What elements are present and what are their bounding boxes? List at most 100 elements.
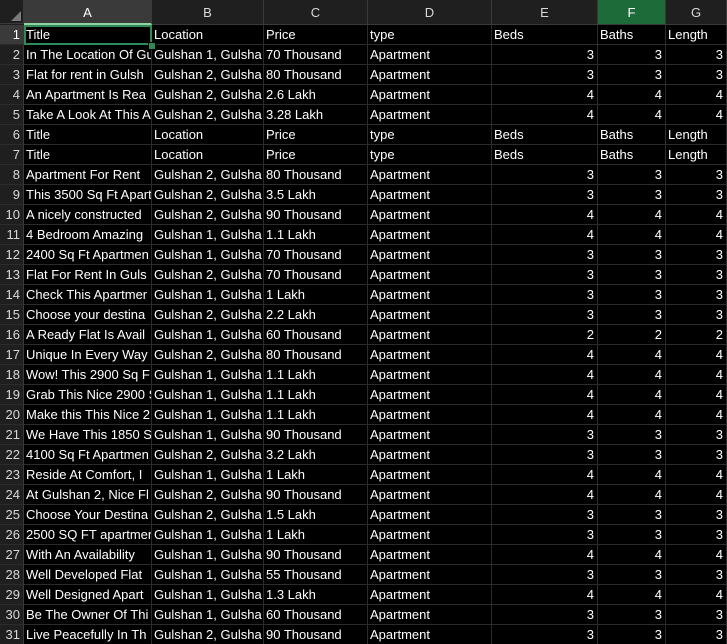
cell-f21[interactable]: 3 [598, 425, 666, 445]
cell-g24[interactable]: 4 [666, 485, 727, 505]
cell-f27[interactable]: 4 [598, 545, 666, 565]
cell-a8[interactable]: Apartment For Rent [24, 165, 152, 185]
cell-a3[interactable]: Flat for rent in Gulsh [24, 65, 152, 85]
cell-g5[interactable]: 4 [666, 105, 727, 125]
cell-g2[interactable]: 3 [666, 45, 727, 65]
cell-f16[interactable]: 2 [598, 325, 666, 345]
cell-c23[interactable]: 1 Lakh [264, 465, 368, 485]
row-header-2[interactable]: 2 [0, 45, 24, 65]
cell-f29[interactable]: 4 [598, 585, 666, 605]
cell-c15[interactable]: 2.2 Lakh [264, 305, 368, 325]
cell-g7[interactable]: Length [666, 145, 727, 165]
cell-a4[interactable]: An Apartment Is Rea [24, 85, 152, 105]
row-header-20[interactable]: 20 [0, 405, 24, 425]
fill-handle[interactable] [148, 42, 156, 50]
cell-f19[interactable]: 4 [598, 385, 666, 405]
cell-f18[interactable]: 4 [598, 365, 666, 385]
cell-g6[interactable]: Length [666, 125, 727, 145]
cell-e11[interactable]: 4 [492, 225, 598, 245]
cell-f4[interactable]: 4 [598, 85, 666, 105]
cell-a27[interactable]: With An Availability [24, 545, 152, 565]
cell-a9[interactable]: This 3500 Sq Ft Apart [24, 185, 152, 205]
cell-f7[interactable]: Baths [598, 145, 666, 165]
cell-a6[interactable]: Title [24, 125, 152, 145]
cell-d26[interactable]: Apartment [368, 525, 492, 545]
cell-g25[interactable]: 3 [666, 505, 727, 525]
cell-g23[interactable]: 4 [666, 465, 727, 485]
cell-g27[interactable]: 4 [666, 545, 727, 565]
cell-a16[interactable]: A Ready Flat Is Avail [24, 325, 152, 345]
cell-g16[interactable]: 2 [666, 325, 727, 345]
cell-c5[interactable]: 3.28 Lakh [264, 105, 368, 125]
cell-f5[interactable]: 4 [598, 105, 666, 125]
cell-a30[interactable]: Be The Owner Of Thi [24, 605, 152, 625]
row-header-21[interactable]: 21 [0, 425, 24, 445]
cell-b31[interactable]: Gulshan 2, Gulsha [152, 625, 264, 644]
cell-g20[interactable]: 4 [666, 405, 727, 425]
cell-a22[interactable]: 4100 Sq Ft Apartmen [24, 445, 152, 465]
cell-b1[interactable]: Location [152, 25, 264, 45]
cell-e28[interactable]: 3 [492, 565, 598, 585]
cell-e4[interactable]: 4 [492, 85, 598, 105]
cell-b24[interactable]: Gulshan 2, Gulsha [152, 485, 264, 505]
cell-b30[interactable]: Gulshan 1, Gulsha [152, 605, 264, 625]
row-header-29[interactable]: 29 [0, 585, 24, 605]
cell-f22[interactable]: 3 [598, 445, 666, 465]
cell-c9[interactable]: 3.5 Lakh [264, 185, 368, 205]
column-header-c[interactable]: C [264, 0, 368, 25]
cell-d8[interactable]: Apartment [368, 165, 492, 185]
cell-c31[interactable]: 90 Thousand [264, 625, 368, 644]
row-header-17[interactable]: 17 [0, 345, 24, 365]
cell-d10[interactable]: Apartment [368, 205, 492, 225]
cell-f20[interactable]: 4 [598, 405, 666, 425]
cell-b2[interactable]: Gulshan 1, Gulsha [152, 45, 264, 65]
cell-c7[interactable]: Price [264, 145, 368, 165]
cell-d22[interactable]: Apartment [368, 445, 492, 465]
cell-c17[interactable]: 80 Thousand [264, 345, 368, 365]
row-header-1[interactable]: 1 [0, 25, 24, 45]
cell-d18[interactable]: Apartment [368, 365, 492, 385]
cell-g28[interactable]: 3 [666, 565, 727, 585]
cell-b22[interactable]: Gulshan 2, Gulsha [152, 445, 264, 465]
cell-b17[interactable]: Gulshan 2, Gulsha [152, 345, 264, 365]
row-header-7[interactable]: 7 [0, 145, 24, 165]
row-header-8[interactable]: 8 [0, 165, 24, 185]
cell-e24[interactable]: 4 [492, 485, 598, 505]
row-header-19[interactable]: 19 [0, 385, 24, 405]
cell-c28[interactable]: 55 Thousand [264, 565, 368, 585]
cell-e17[interactable]: 4 [492, 345, 598, 365]
cell-g30[interactable]: 3 [666, 605, 727, 625]
cell-c22[interactable]: 3.2 Lakh [264, 445, 368, 465]
cell-g11[interactable]: 4 [666, 225, 727, 245]
cell-c30[interactable]: 60 Thousand [264, 605, 368, 625]
cell-g12[interactable]: 3 [666, 245, 727, 265]
cell-e14[interactable]: 3 [492, 285, 598, 305]
cell-e20[interactable]: 4 [492, 405, 598, 425]
cell-e22[interactable]: 3 [492, 445, 598, 465]
cell-b28[interactable]: Gulshan 1, Gulsha [152, 565, 264, 585]
cell-a18[interactable]: Wow! This 2900 Sq F [24, 365, 152, 385]
cell-c10[interactable]: 90 Thousand [264, 205, 368, 225]
cell-e5[interactable]: 4 [492, 105, 598, 125]
cell-c27[interactable]: 90 Thousand [264, 545, 368, 565]
cell-c21[interactable]: 90 Thousand [264, 425, 368, 445]
cell-d1[interactable]: type [368, 25, 492, 45]
cell-b27[interactable]: Gulshan 1, Gulsha [152, 545, 264, 565]
cell-d24[interactable]: Apartment [368, 485, 492, 505]
cell-a13[interactable]: Flat For Rent In Guls [24, 265, 152, 285]
cell-b18[interactable]: Gulshan 1, Gulsha [152, 365, 264, 385]
row-header-25[interactable]: 25 [0, 505, 24, 525]
cell-c6[interactable]: Price [264, 125, 368, 145]
cell-e15[interactable]: 3 [492, 305, 598, 325]
cell-a25[interactable]: Choose Your Destina [24, 505, 152, 525]
cell-a10[interactable]: A nicely constructed [24, 205, 152, 225]
cell-d7[interactable]: type [368, 145, 492, 165]
cell-g17[interactable]: 4 [666, 345, 727, 365]
cell-c29[interactable]: 1.3 Lakh [264, 585, 368, 605]
cell-f15[interactable]: 3 [598, 305, 666, 325]
cell-e8[interactable]: 3 [492, 165, 598, 185]
cell-f31[interactable]: 3 [598, 625, 666, 644]
cell-b25[interactable]: Gulshan 2, Gulsha [152, 505, 264, 525]
cell-c3[interactable]: 80 Thousand [264, 65, 368, 85]
cell-b3[interactable]: Gulshan 2, Gulsha [152, 65, 264, 85]
